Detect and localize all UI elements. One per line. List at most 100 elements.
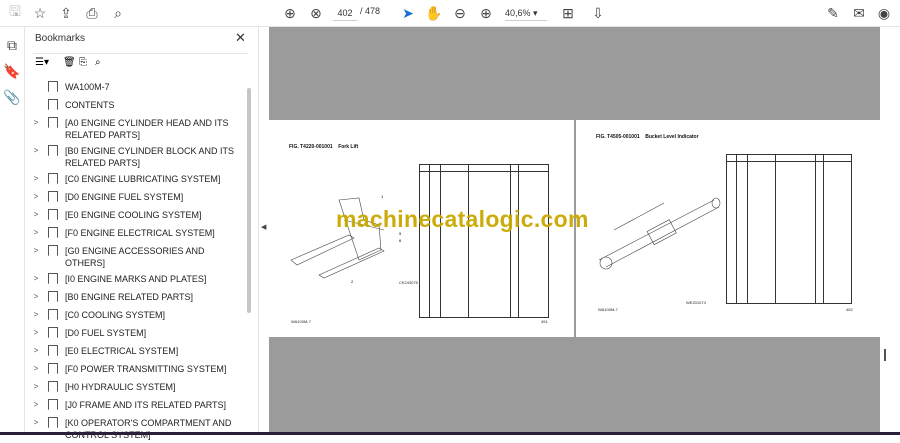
zoom-out-icon[interactable]: ⊖ (450, 3, 470, 23)
bookmark-label: [B0 ENGINE CYLINDER BLOCK AND ITS RELATE… (65, 146, 235, 168)
bookmark-item[interactable]: > [K0 OPERATOR'S COMPARTMENT AND CONTROL … (25, 415, 247, 443)
document-scrollbar[interactable] (880, 27, 900, 432)
sign-icon[interactable]: ✎ (823, 3, 843, 23)
parts-table (419, 164, 549, 318)
panel-splitter[interactable]: ◀ (258, 27, 269, 435)
select-cursor-icon[interactable]: ➤ (398, 3, 418, 23)
expand-chevron-icon[interactable]: > (30, 381, 42, 393)
expand-chevron-icon[interactable]: > (30, 273, 42, 285)
pdf-page-452: FIG. T4505-001001 Bucket Level Indicator… (576, 120, 880, 337)
bookmark-icon (48, 291, 58, 302)
bookmark-tools: ☰▾ 🗑 ⎘ ⌕ (33, 53, 248, 73)
svg-text:6: 6 (399, 238, 402, 243)
page-number-input[interactable]: 402 (333, 5, 357, 21)
bookmark-icon (48, 227, 58, 238)
bookmark-icon (48, 381, 58, 392)
bookmark-item[interactable]: > [E0 ENGINE COOLING SYSTEM] (25, 207, 247, 225)
bookmark-label: [D0 FUEL SYSTEM] (65, 328, 147, 338)
bookmark-label: [H0 HYDRAULIC SYSTEM] (65, 382, 176, 392)
bookmark-icon (48, 209, 58, 220)
options-menu-icon[interactable]: ☰▾ (35, 57, 49, 68)
bookmark-icon (48, 81, 58, 92)
expand-chevron-icon[interactable]: > (30, 245, 42, 257)
bookmark-item[interactable]: > [F0 POWER TRANSMITTING SYSTEM] (25, 361, 247, 379)
bookmark-item[interactable]: > [F0 ENGINE ELECTRICAL SYSTEM] (25, 225, 247, 243)
zoom-level-input[interactable]: 40,6% ▾ (505, 5, 547, 21)
page-total: / 478 (360, 6, 381, 16)
expand-chevron-icon[interactable]: > (30, 327, 42, 339)
bookmark-icon (48, 99, 58, 110)
fit-page-icon[interactable]: ⊞ (558, 3, 578, 23)
bookmark-item[interactable]: > [I0 ENGINE MARKS AND PLATES] (25, 271, 247, 289)
bookmark-label: [I0 ENGINE MARKS AND PLATES] (65, 274, 207, 284)
find-bookmark-icon[interactable]: ⌕ (95, 57, 101, 68)
bookmark-item[interactable]: > [J0 FRAME AND ITS RELATED PARTS] (25, 397, 247, 415)
expand-chevron-icon[interactable]: > (30, 173, 42, 185)
parts-table (726, 154, 852, 304)
expand-chevron-icon[interactable]: > (30, 417, 42, 429)
expand-chevron-icon[interactable]: > (30, 345, 42, 357)
expand-chevron-icon[interactable]: > (30, 363, 42, 375)
pages-thumbnail-icon[interactable]: ⧉ (2, 35, 22, 55)
scroll-thumb[interactable] (884, 349, 886, 361)
expand-chevron-icon[interactable]: > (30, 309, 42, 321)
bookmark-item[interactable]: CONTENTS (25, 97, 247, 115)
bookmark-item[interactable]: > [C0 ENGINE LUBRICATING SYSTEM] (25, 171, 247, 189)
collapse-arrow-icon[interactable]: ◀ (261, 223, 266, 231)
scroll-mode-icon[interactable]: ⇩ (588, 3, 608, 23)
account-icon[interactable]: ◉ (874, 3, 894, 23)
bookmark-label: [J0 FRAME AND ITS RELATED PARTS] (65, 400, 227, 410)
expand-chevron-icon[interactable]: > (30, 209, 42, 221)
bookmark-icon (48, 145, 58, 156)
delete-icon[interactable]: 🗑 (63, 57, 76, 68)
next-page-icon[interactable]: ⊗ (306, 3, 326, 23)
bookmark-icon (48, 345, 58, 356)
bookmark-item[interactable]: > [A0 ENGINE CYLINDER HEAD AND ITS RELATE… (25, 115, 247, 143)
new-bookmark-icon[interactable]: ⎘ (79, 57, 87, 68)
figure-title: FIG. T4505-001001 Bucket Level Indicator (596, 134, 699, 140)
bookmark-icon (48, 309, 58, 320)
bookmark-label: [D0 ENGINE FUEL SYSTEM] (65, 192, 184, 202)
bookmark-star-icon[interactable]: ☆ (30, 3, 50, 23)
save-icon[interactable]: 🖫 (5, 3, 25, 23)
bookmark-label: [C0 COOLING SYSTEM] (65, 310, 166, 320)
expand-chevron-icon[interactable]: > (30, 117, 42, 129)
bookmark-item[interactable]: > [H0 HYDRAULIC SYSTEM] (25, 379, 247, 397)
bookmark-item[interactable]: > [B0 ENGINE CYLINDER BLOCK AND ITS RELAT… (25, 143, 247, 171)
prev-page-icon[interactable]: ⊕ (280, 3, 300, 23)
drawing-code: CK243075 (399, 280, 418, 285)
bookmark-icon (48, 117, 58, 128)
expand-chevron-icon[interactable]: > (30, 191, 42, 203)
panel-scrollbar[interactable] (247, 88, 251, 313)
bookmarks-icon[interactable]: 🔖 (2, 61, 22, 81)
bookmark-item[interactable]: > [D0 FUEL SYSTEM] (25, 325, 247, 343)
attachments-icon[interactable]: 📎 (2, 87, 22, 107)
bookmark-icon (48, 173, 58, 184)
svg-text:1: 1 (381, 194, 384, 199)
bookmark-item[interactable]: > [D0 ENGINE FUEL SYSTEM] (25, 189, 247, 207)
bookmark-label: [F0 POWER TRANSMITTING SYSTEM] (65, 364, 227, 374)
bookmark-icon (48, 273, 58, 284)
close-icon[interactable]: ✕ (235, 30, 246, 46)
drawing-code: WE201074 (686, 300, 706, 305)
bookmark-item[interactable]: > [E0 ELECTRICAL SYSTEM] (25, 343, 247, 361)
bookmark-icon (48, 363, 58, 374)
upload-icon[interactable]: ⇪ (56, 3, 76, 23)
bookmark-item[interactable]: > [B0 ENGINE RELATED PARTS] (25, 289, 247, 307)
bookmark-icon (48, 417, 58, 428)
bookmark-label: WA100M-7 (65, 82, 110, 92)
bookmark-item[interactable]: > [C0 COOLING SYSTEM] (25, 307, 247, 325)
expand-chevron-icon[interactable]: > (30, 399, 42, 411)
fork-lift-drawing: 1562 (290, 194, 402, 284)
search-zoom-icon[interactable]: ⌕ (108, 3, 128, 23)
email-icon[interactable]: ✉ (849, 3, 869, 23)
bookmark-label: [E0 ENGINE COOLING SYSTEM] (65, 210, 202, 220)
zoom-in-icon[interactable]: ⊕ (476, 3, 496, 23)
bookmark-item[interactable]: > [G0 ENGINE ACCESSORIES AND OTHERS] (25, 243, 247, 271)
print-icon[interactable]: ⎙ (82, 3, 102, 23)
expand-chevron-icon[interactable]: > (30, 291, 42, 303)
bookmark-item[interactable]: WA100M-7 (25, 79, 247, 97)
hand-tool-icon[interactable]: ✋ (424, 3, 444, 23)
expand-chevron-icon[interactable]: > (30, 227, 42, 239)
expand-chevron-icon[interactable]: > (30, 145, 42, 157)
